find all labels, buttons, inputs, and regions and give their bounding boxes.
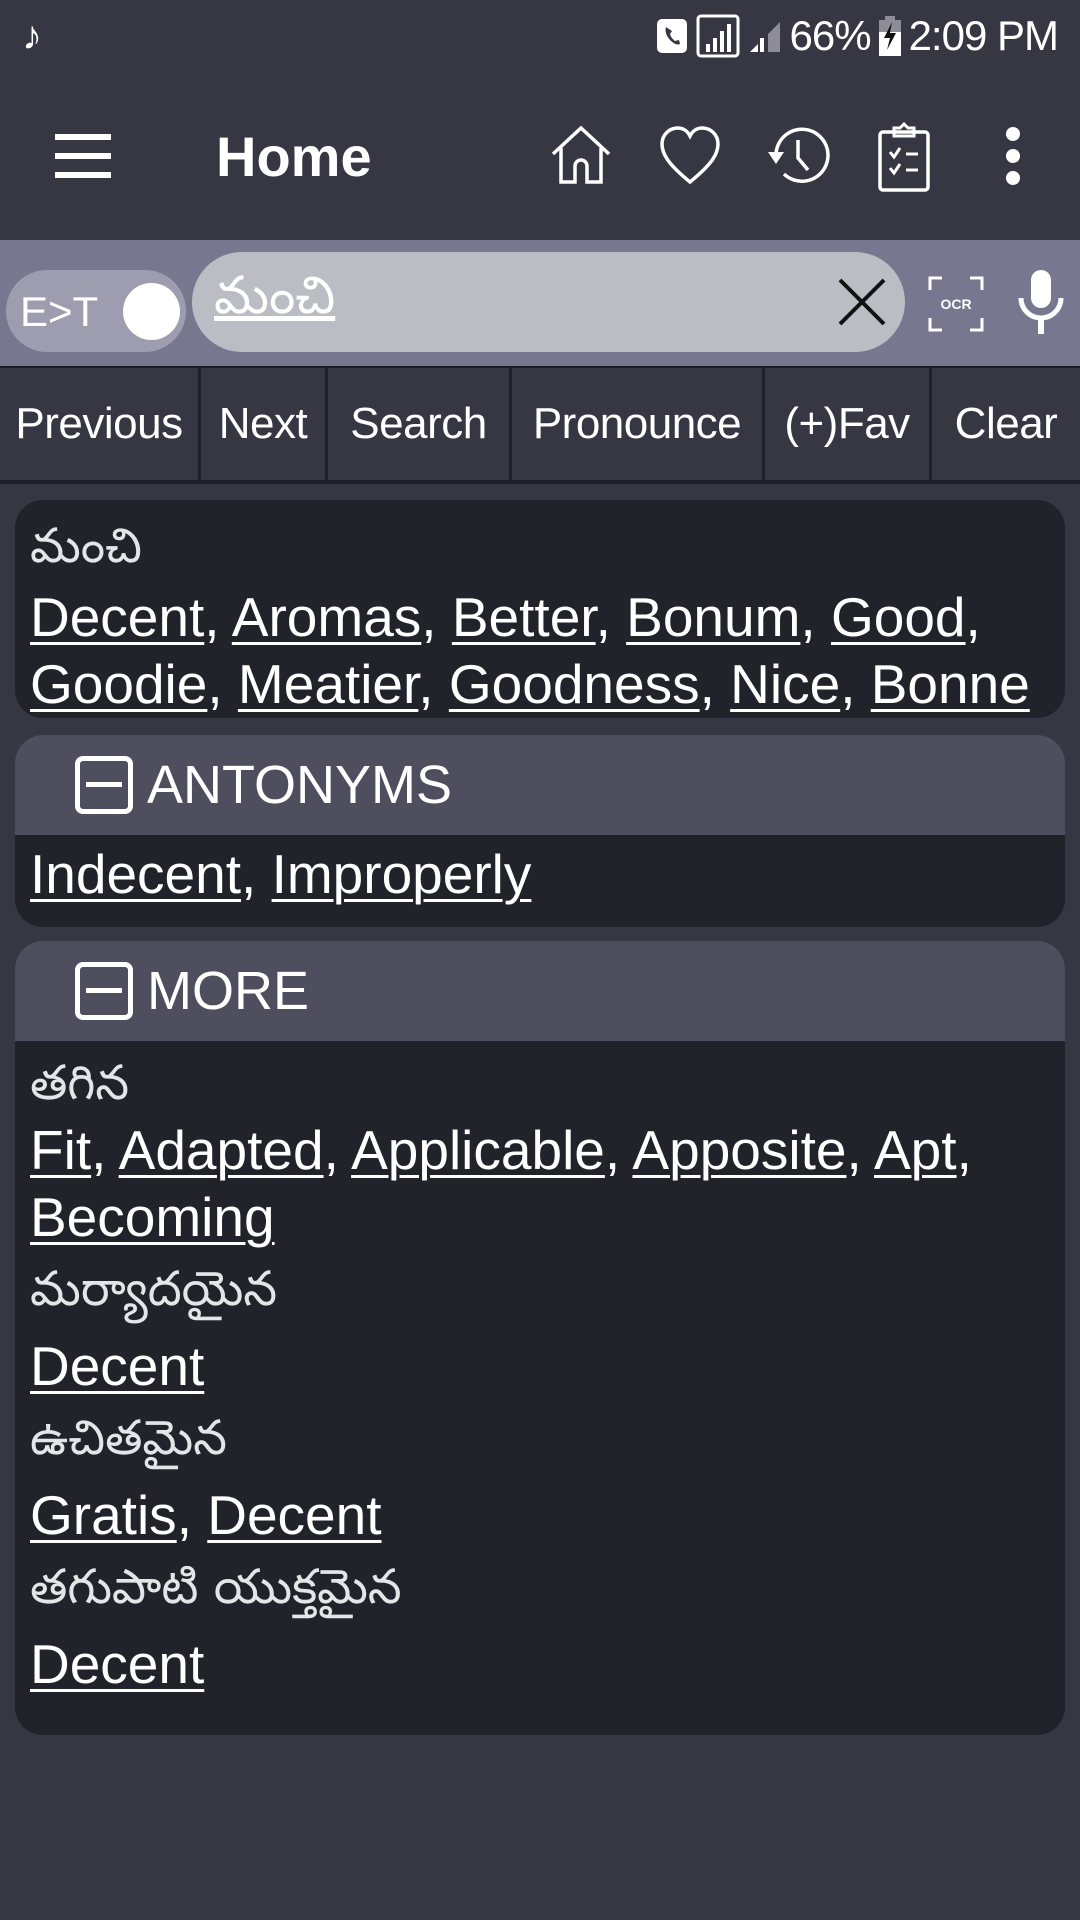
- ocr-label: OCR: [940, 296, 971, 312]
- meaning-link[interactable]: Good: [831, 586, 966, 648]
- entry-word: మర్యాదయైన: [30, 1261, 278, 1317]
- search-row: E>T OCR: [0, 240, 1080, 366]
- meaning-link[interactable]: Applicable: [351, 1119, 605, 1181]
- call-sim-icon: [656, 19, 687, 53]
- entry-meanings: Fit, Adapted, Applicable, Apposite, Apt,…: [30, 1119, 972, 1248]
- meaning-link[interactable]: Fit: [30, 1119, 91, 1181]
- more-card: MORE తగిన Fit, Adapted, Applicable, Appo…: [15, 941, 1065, 1735]
- meaning-link[interactable]: Decent: [30, 1335, 204, 1397]
- antonyms-card: ANTONYMS Indecent, Improperly: [15, 735, 1065, 927]
- meaning-link[interactable]: Better: [452, 586, 596, 648]
- meaning-link[interactable]: Apposite: [632, 1119, 846, 1181]
- more-entry: మర్యాదయైన Decent: [15, 1251, 1065, 1400]
- page-title: Home: [216, 125, 372, 188]
- more-entry: తగుపాటి యుక్తమైన Decent: [15, 1549, 1065, 1698]
- more-header[interactable]: MORE: [15, 941, 1065, 1041]
- result-card: మంచి Decent, Aromas, Better, Bonum, Good…: [15, 500, 1065, 718]
- ocr-scan-icon[interactable]: OCR: [928, 276, 984, 332]
- result-word: మంచి: [30, 518, 142, 574]
- antonyms-title: ANTONYMS: [147, 755, 453, 815]
- action-toolbar: Previous Next Search Pronounce (+)Fav Cl…: [0, 366, 1080, 484]
- antonym-link[interactable]: Indecent: [30, 843, 241, 905]
- antonym-list: Indecent, Improperly: [30, 843, 532, 905]
- antonyms-header[interactable]: ANTONYMS: [15, 735, 1065, 835]
- toggle-label: E>T: [20, 288, 99, 335]
- meaning-link[interactable]: Decent: [30, 586, 204, 648]
- meaning-link[interactable]: Meatier: [238, 653, 418, 715]
- meaning-list: Decent, Aromas, Better, Bonum, Good, Goo…: [30, 586, 1030, 715]
- clear-button[interactable]: Clear: [932, 368, 1080, 480]
- more-vert-icon[interactable]: [998, 124, 1028, 188]
- collapse-icon: [75, 756, 133, 814]
- meaning-link[interactable]: Goodie: [30, 653, 207, 715]
- meaning-link[interactable]: Aromas: [232, 586, 422, 648]
- meaning-link[interactable]: Decent: [207, 1484, 381, 1546]
- search-field[interactable]: [192, 252, 905, 352]
- meaning-link[interactable]: Gratis: [30, 1484, 177, 1546]
- language-direction-toggle[interactable]: E>T: [6, 270, 186, 352]
- add-favorite-button[interactable]: (+)Fav: [765, 368, 929, 480]
- more-entry: ఉచితమైన Gratis, Decent: [15, 1400, 1065, 1549]
- cell-signal-icon: [749, 22, 780, 52]
- more-entry: తగిన Fit, Adapted, Applicable, Apposite,…: [15, 1041, 1065, 1251]
- battery-charging-icon: [878, 16, 901, 56]
- meaning-link[interactable]: Becoming: [30, 1186, 275, 1248]
- pronounce-button[interactable]: Pronounce: [512, 368, 762, 480]
- antonym-link[interactable]: Improperly: [272, 843, 532, 905]
- battery-percent: 66%: [789, 12, 872, 59]
- meaning-link[interactable]: Bonne: [871, 653, 1030, 715]
- menu-icon[interactable]: [55, 134, 111, 178]
- meaning-link[interactable]: Goodness: [449, 653, 700, 715]
- status-bar: ♪ 66% 2:09 PM: [0, 0, 1080, 72]
- signal-box-icon: [696, 14, 740, 58]
- app-bar: Home: [0, 72, 1080, 240]
- search-button[interactable]: Search: [328, 368, 509, 480]
- toggle-knob: [123, 283, 180, 340]
- microphone-icon[interactable]: [1016, 268, 1066, 336]
- collapse-icon: [75, 962, 133, 1020]
- clear-input-icon[interactable]: [834, 274, 890, 330]
- music-note-icon: ♪: [22, 13, 42, 58]
- entry-word: తగిన: [30, 1055, 130, 1111]
- favorite-heart-icon[interactable]: [658, 124, 722, 188]
- next-button[interactable]: Next: [201, 368, 325, 480]
- entry-meanings: Decent: [15, 1333, 1065, 1400]
- entry-meanings: Gratis, Decent: [30, 1484, 382, 1546]
- history-icon[interactable]: [766, 124, 830, 188]
- clipboard-checklist-icon[interactable]: [874, 122, 934, 192]
- clock: 2:09 PM: [908, 12, 1059, 59]
- search-input[interactable]: [214, 262, 814, 342]
- entry-meanings: Decent: [15, 1631, 1065, 1698]
- meaning-link[interactable]: Apt: [874, 1119, 957, 1181]
- meaning-link[interactable]: Bonum: [626, 586, 800, 648]
- entry-word: ఉచితమైన: [30, 1410, 227, 1466]
- entry-word: తగుపాటి యుక్తమైన: [30, 1559, 402, 1615]
- meaning-link[interactable]: Decent: [30, 1633, 204, 1695]
- home-icon[interactable]: [549, 124, 613, 188]
- more-title: MORE: [147, 961, 309, 1021]
- previous-button[interactable]: Previous: [0, 368, 198, 480]
- meaning-link[interactable]: Nice: [730, 653, 840, 715]
- meaning-link[interactable]: Adapted: [119, 1119, 324, 1181]
